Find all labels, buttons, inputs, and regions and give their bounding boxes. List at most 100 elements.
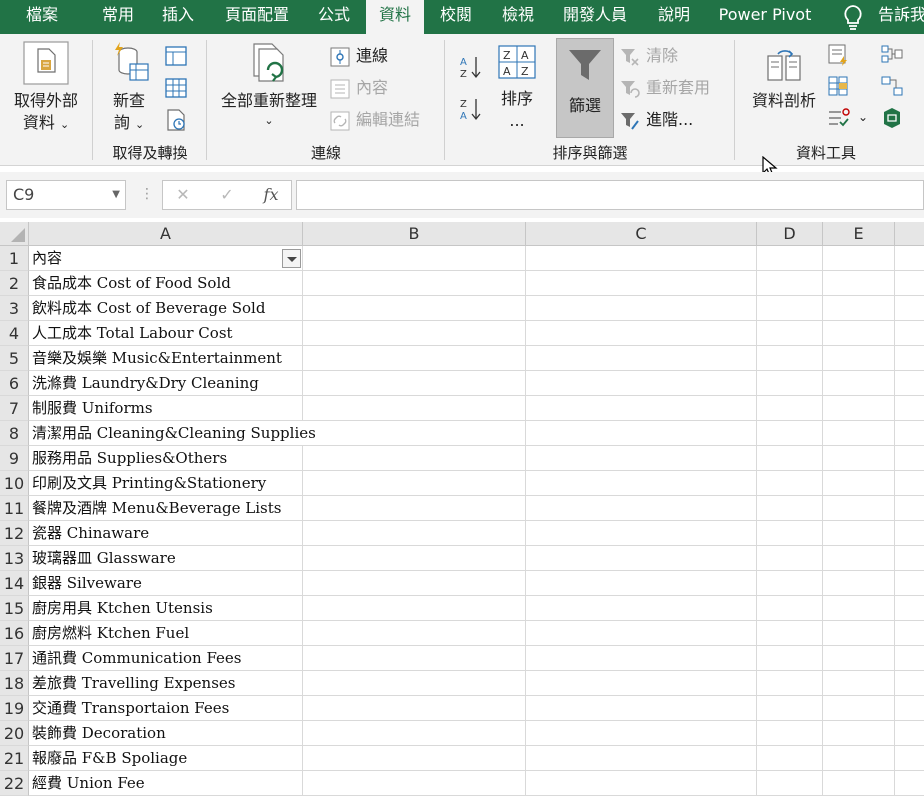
cell[interactable]: [895, 646, 924, 671]
row-header[interactable]: 20: [0, 721, 29, 746]
relationships-icon[interactable]: [880, 74, 904, 98]
cell[interactable]: [526, 596, 757, 621]
row-header[interactable]: 18: [0, 671, 29, 696]
cell[interactable]: [895, 596, 924, 621]
reapply-button[interactable]: 重新套用: [620, 74, 730, 102]
row-header[interactable]: 19: [0, 696, 29, 721]
cell[interactable]: [823, 571, 895, 596]
cell[interactable]: [823, 496, 895, 521]
cell[interactable]: [895, 771, 924, 796]
chevron-down-icon[interactable]: ▼: [112, 181, 120, 209]
cell[interactable]: [823, 296, 895, 321]
properties-button[interactable]: 內容: [330, 74, 430, 102]
cell[interactable]: [823, 746, 895, 771]
sort-button[interactable]: Z A A Z 排序 ...: [492, 44, 542, 132]
cell[interactable]: [823, 546, 895, 571]
cell[interactable]: [823, 346, 895, 371]
cell[interactable]: [303, 296, 526, 321]
select-all-button[interactable]: [0, 222, 29, 246]
row-header[interactable]: 3: [0, 296, 29, 321]
consolidate-icon[interactable]: [880, 42, 904, 66]
edit-links-button[interactable]: 編輯連結: [330, 106, 440, 134]
row-header[interactable]: 12: [0, 521, 29, 546]
cell[interactable]: [895, 396, 924, 421]
cell[interactable]: [895, 471, 924, 496]
row-header[interactable]: 2: [0, 271, 29, 296]
row-header[interactable]: 1: [0, 246, 29, 271]
cell[interactable]: [823, 271, 895, 296]
cell[interactable]: [526, 696, 757, 721]
tab-help[interactable]: 說明: [648, 0, 700, 34]
cell-a[interactable]: 音樂及娛樂 Music&Entertainment: [29, 346, 303, 371]
row-header[interactable]: 21: [0, 746, 29, 771]
sort-descending-button[interactable]: Z A: [458, 96, 484, 122]
advanced-filter-button[interactable]: 進階...: [620, 106, 720, 134]
row-header[interactable]: 6: [0, 371, 29, 396]
row-header[interactable]: 14: [0, 571, 29, 596]
row-header[interactable]: 7: [0, 396, 29, 421]
cell-a[interactable]: 經費 Union Fee: [29, 771, 303, 796]
cell[interactable]: [895, 746, 924, 771]
cell[interactable]: [895, 671, 924, 696]
cell[interactable]: [823, 596, 895, 621]
cell[interactable]: [823, 321, 895, 346]
cancel-icon[interactable]: ✕: [169, 181, 197, 209]
cell[interactable]: [526, 671, 757, 696]
cell[interactable]: [526, 546, 757, 571]
cell[interactable]: [757, 321, 823, 346]
filter-button[interactable]: 篩選: [556, 38, 614, 138]
cell[interactable]: [303, 321, 526, 346]
cell[interactable]: [303, 371, 526, 396]
tab-review[interactable]: 校閱: [430, 0, 482, 34]
from-table-icon[interactable]: [164, 76, 188, 100]
cell[interactable]: [757, 571, 823, 596]
cell[interactable]: [303, 521, 526, 546]
column-header-f[interactable]: [895, 222, 924, 246]
column-header-a[interactable]: A: [29, 222, 303, 246]
formula-bar-grip-icon[interactable]: ⋮: [140, 180, 154, 210]
data-validation-icon[interactable]: [826, 106, 850, 130]
cell[interactable]: [757, 696, 823, 721]
cell[interactable]: [303, 271, 526, 296]
cell[interactable]: [757, 296, 823, 321]
cell-a[interactable]: 服務用品 Supplies&Others: [29, 446, 303, 471]
lightbulb-icon[interactable]: [840, 2, 866, 32]
cell[interactable]: [526, 646, 757, 671]
cell[interactable]: [757, 371, 823, 396]
cell[interactable]: [823, 696, 895, 721]
cell[interactable]: [303, 746, 526, 771]
cell-a[interactable]: 廚房燃料 Ktchen Fuel: [29, 621, 303, 646]
cell[interactable]: [757, 771, 823, 796]
cell[interactable]: [757, 621, 823, 646]
cell[interactable]: [757, 496, 823, 521]
cell[interactable]: [303, 696, 526, 721]
cell[interactable]: [303, 596, 526, 621]
cell-a[interactable]: 洗滌費 Laundry&Dry Cleaning: [29, 371, 303, 396]
column-header-c[interactable]: C: [526, 222, 757, 246]
cell[interactable]: [823, 721, 895, 746]
recent-sources-icon[interactable]: [164, 108, 188, 132]
column-header-b[interactable]: B: [303, 222, 526, 246]
cell-a[interactable]: 印刷及文具 Printing&Stationery: [29, 471, 303, 496]
sort-ascending-button[interactable]: A Z: [458, 54, 484, 80]
cell[interactable]: [895, 446, 924, 471]
cell[interactable]: [823, 771, 895, 796]
cell[interactable]: [526, 521, 757, 546]
cell-a[interactable]: 交通費 Transportaion Fees: [29, 696, 303, 721]
cell[interactable]: [526, 746, 757, 771]
cell[interactable]: [757, 646, 823, 671]
cell[interactable]: [895, 271, 924, 296]
cell[interactable]: [757, 671, 823, 696]
cell[interactable]: [823, 671, 895, 696]
tab-power-pivot[interactable]: Power Pivot: [710, 0, 820, 34]
tab-view[interactable]: 檢視: [492, 0, 544, 34]
clear-filter-button[interactable]: 清除: [620, 42, 710, 70]
cell[interactable]: [303, 446, 526, 471]
cell-a[interactable]: 食品成本 Cost of Food Sold: [29, 271, 303, 296]
cell-a[interactable]: 人工成本 Total Labour Cost: [29, 321, 303, 346]
refresh-all-button[interactable]: 全部重新整理 ⌄: [214, 40, 324, 130]
cell[interactable]: [526, 321, 757, 346]
cell[interactable]: [757, 446, 823, 471]
cell[interactable]: [757, 246, 823, 271]
cell[interactable]: [895, 571, 924, 596]
